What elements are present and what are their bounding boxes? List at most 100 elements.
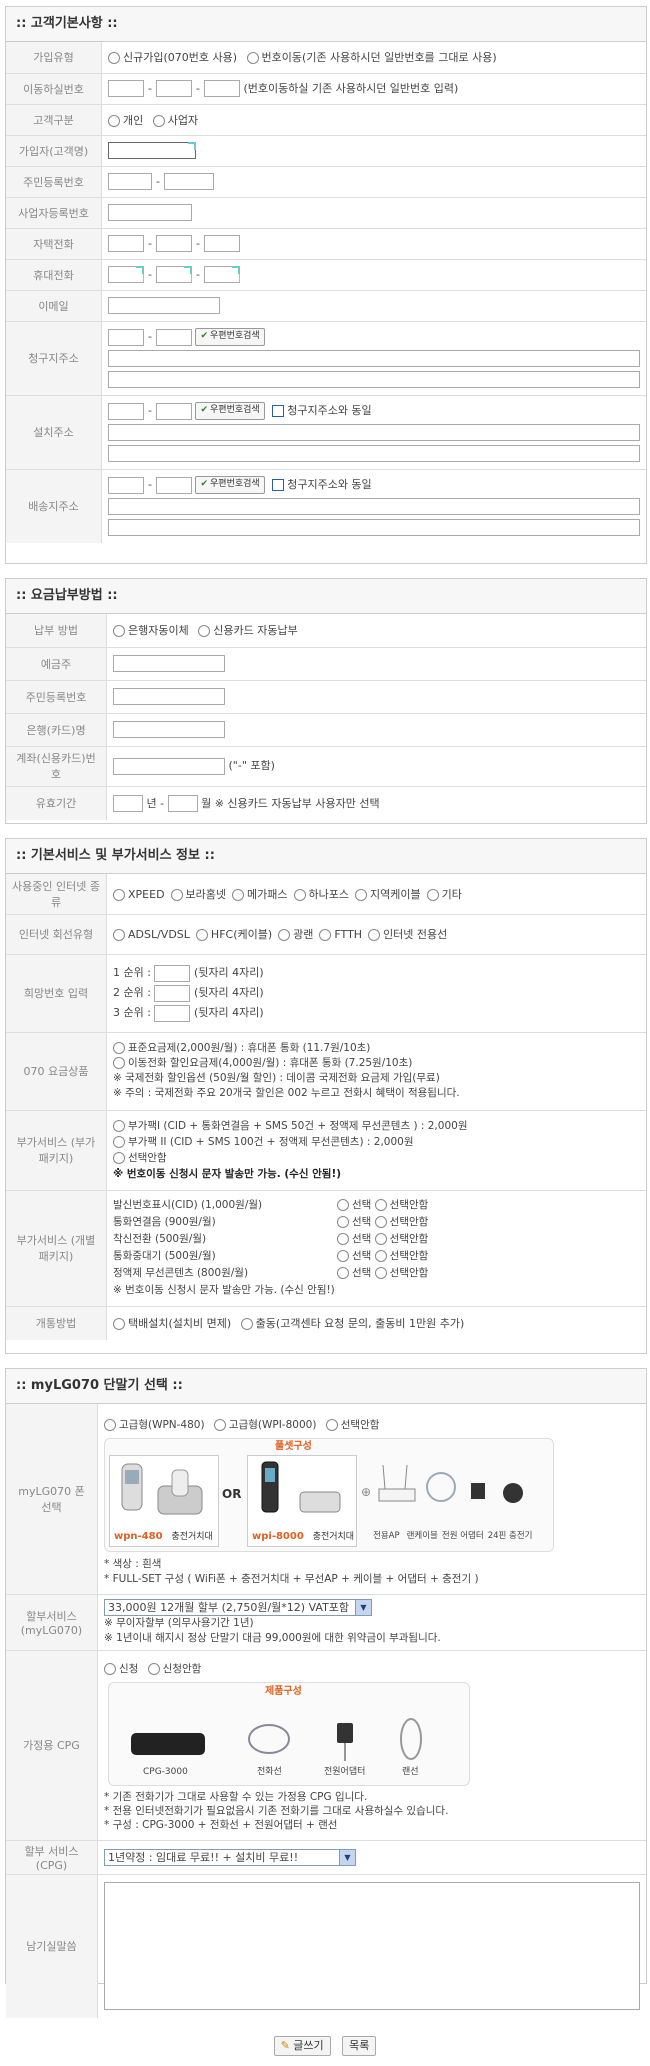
- isp-radio[interactable]: [170, 888, 183, 901]
- phone-wpn480-radio[interactable]: [104, 1418, 116, 1431]
- billing-zip-search-button[interactable]: ✔ 우편번호검색: [195, 328, 265, 346]
- addon-yes-radio[interactable]: [337, 1233, 349, 1245]
- ship-zip-1[interactable]: [108, 476, 144, 494]
- bank-transfer-label: 은행자동이체: [128, 624, 189, 638]
- wish-number-1[interactable]: [154, 964, 191, 982]
- isp-radio[interactable]: [293, 888, 306, 901]
- addon-no-radio[interactable]: [374, 1216, 387, 1228]
- open-visit-radio[interactable]: [240, 1318, 253, 1331]
- phone-wpi8000-radio[interactable]: [213, 1418, 226, 1431]
- join-port-radio[interactable]: [246, 52, 259, 65]
- cpg-none-radio[interactable]: [147, 1663, 160, 1675]
- billing-addr-1[interactable]: [108, 350, 640, 367]
- addon-yes-radio[interactable]: [337, 1199, 349, 1211]
- plan-mobile-radio[interactable]: [113, 1057, 125, 1069]
- isp-radio[interactable]: [426, 888, 439, 901]
- isp-radio[interactable]: [113, 888, 125, 901]
- plan-standard-radio[interactable]: [113, 1042, 125, 1054]
- addon-pack1-radio[interactable]: [113, 1120, 125, 1132]
- install-same-checkbox[interactable]: [272, 405, 285, 417]
- cpg-note-2: * 전용 인터넷전화기가 필요없음시 기존 전화기를 그대로 사용하실수 있습니…: [104, 1805, 449, 1817]
- credit-card-radio[interactable]: [198, 625, 211, 638]
- ship-addr-1[interactable]: [108, 498, 640, 516]
- home-phone-3[interactable]: [203, 235, 240, 252]
- bank-input[interactable]: [113, 721, 225, 738]
- addon-no-radio[interactable]: [374, 1199, 387, 1211]
- service-section: :: 기본서비스 및 부가서비스 정보 :: 사용중인 인터넷 종류 XPEED…: [5, 838, 647, 1354]
- account-input[interactable]: [113, 757, 225, 775]
- business-radio[interactable]: [152, 114, 165, 127]
- addon-pack2-radio[interactable]: [113, 1136, 125, 1148]
- accessories-image: [378, 1464, 523, 1503]
- addon-no-radio[interactable]: [374, 1267, 387, 1279]
- bank-transfer-radio[interactable]: [113, 625, 125, 638]
- cpg-installment-label: 할부 서비스 (CPG): [6, 1839, 98, 1874]
- cpg-installment-select[interactable]: 1년약정 : 임대료 무료!! + 설치비 무료!! ▼: [104, 1848, 356, 1866]
- phone-none-radio[interactable]: [325, 1418, 338, 1431]
- ship-same-checkbox[interactable]: [272, 479, 285, 492]
- install-zip-2[interactable]: [155, 402, 192, 420]
- install-addr-2[interactable]: [108, 445, 640, 462]
- list-button[interactable]: 목록: [342, 2036, 377, 2056]
- email-label: 이메일: [6, 289, 102, 321]
- valid-note: ※ 신용카드 자동납부 사용자만 선택: [214, 796, 380, 810]
- ship-zip-search-button[interactable]: ✔ 우편번호검색: [195, 476, 265, 495]
- addon-no-radio[interactable]: [374, 1233, 387, 1245]
- cpg-apply-radio[interactable]: [104, 1663, 116, 1675]
- pay-rrn-input[interactable]: [113, 688, 225, 705]
- write-button[interactable]: ✎ 글쓰기: [273, 2036, 331, 2056]
- valid-year-label: 년 -: [146, 796, 165, 810]
- addon-none-radio[interactable]: [113, 1152, 125, 1164]
- home-phone-1[interactable]: [108, 235, 144, 252]
- valid-month-input[interactable]: [167, 795, 198, 812]
- line-type-radio[interactable]: [278, 929, 291, 941]
- billing-zip-2[interactable]: [155, 328, 192, 346]
- installment-select[interactable]: 33,000원 12개월 할부 (2,750원/월*12) VAT포함 ▼: [104, 1598, 372, 1616]
- open-delivery-radio[interactable]: [113, 1318, 125, 1331]
- ship-addr-2[interactable]: [108, 519, 640, 537]
- depositor-input[interactable]: [113, 655, 225, 672]
- mobile-3[interactable]: [203, 266, 240, 283]
- line-type-radio[interactable]: [113, 929, 125, 941]
- check-icon: ✔: [200, 479, 209, 490]
- valid-year-input[interactable]: [113, 795, 143, 812]
- rrn-input-2[interactable]: [163, 173, 214, 190]
- port-number-label: 이동하실번호: [6, 72, 102, 104]
- memo-textarea[interactable]: [104, 1882, 640, 2011]
- wpi8000-box: wpi-8000 충전거치대: [247, 1454, 357, 1547]
- email-input[interactable]: [108, 297, 220, 314]
- install-addr-1[interactable]: [108, 424, 640, 441]
- mobile-label: 휴대전화: [6, 258, 102, 290]
- home-phone-2[interactable]: [155, 235, 192, 252]
- isp-radio[interactable]: [232, 888, 245, 901]
- phone-select-label: myLG070 폰 선택: [6, 1404, 98, 1594]
- line-type-radio[interactable]: [368, 929, 381, 941]
- line-type-radio[interactable]: [319, 929, 332, 941]
- wish-number-3[interactable]: [154, 1004, 191, 1022]
- addon-yes-radio[interactable]: [337, 1267, 349, 1279]
- billing-addr-2[interactable]: [108, 371, 640, 388]
- ship-zip-2[interactable]: [155, 476, 192, 494]
- addon-pkg-note: ※ 번호이동 신청시 문자 발송만 가능. (수신 안됨!): [113, 1168, 342, 1180]
- wish-number-2[interactable]: [154, 984, 191, 1002]
- biz-no-input[interactable]: [108, 204, 192, 221]
- port-number-3[interactable]: [203, 80, 240, 98]
- rrn-input-1[interactable]: [108, 173, 152, 190]
- check-icon: ✔: [200, 331, 209, 341]
- footer-buttons: ✎ 글쓰기 목록: [0, 2036, 650, 2056]
- install-zip-1[interactable]: [108, 402, 144, 420]
- join-new-radio[interactable]: [108, 52, 120, 65]
- addon-yes-radio[interactable]: [337, 1250, 349, 1262]
- mobile-2[interactable]: [155, 266, 192, 283]
- personal-radio[interactable]: [108, 114, 120, 127]
- port-number-2[interactable]: [155, 80, 192, 98]
- addon-yes-radio[interactable]: [337, 1216, 349, 1228]
- subscriber-input[interactable]: [108, 142, 196, 159]
- isp-radio[interactable]: [355, 888, 367, 901]
- line-type-radio[interactable]: [195, 929, 208, 941]
- port-number-1[interactable]: [108, 80, 144, 98]
- install-zip-search-button[interactable]: ✔ 우편번호검색: [195, 402, 265, 420]
- billing-zip-1[interactable]: [108, 328, 144, 346]
- mobile-1[interactable]: [108, 266, 144, 283]
- addon-no-radio[interactable]: [374, 1250, 387, 1262]
